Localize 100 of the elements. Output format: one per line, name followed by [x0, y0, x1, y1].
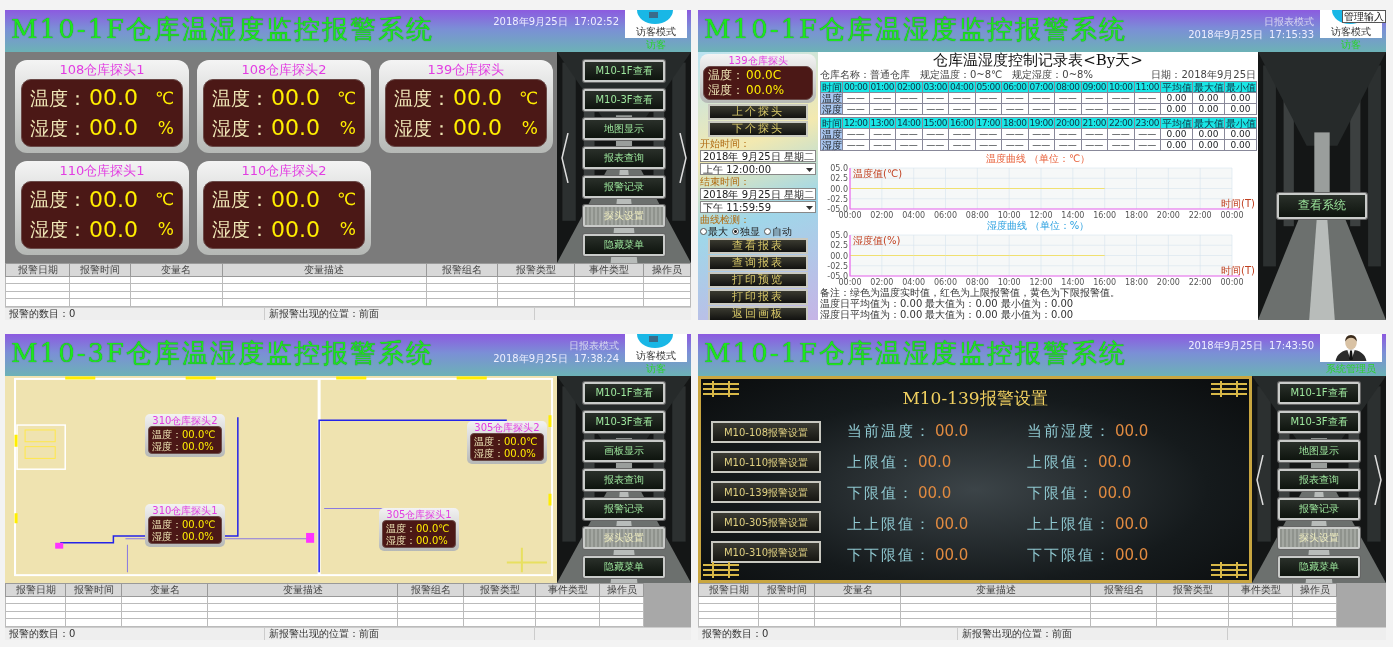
column-header: 12:00: [842, 117, 869, 129]
menu-button[interactable]: M10-1F查看: [583, 381, 665, 404]
reading-value: 00.0: [182, 440, 205, 452]
window-title: M10-1F仓库温湿度监控报警系统: [704, 13, 1129, 44]
unit-label: ℃: [518, 88, 538, 108]
action-button[interactable]: 打印报表: [708, 289, 808, 305]
menu-button[interactable]: 地图显示: [583, 117, 665, 140]
caret-icon[interactable]: [806, 203, 813, 211]
date-field[interactable]: 2018年 9月25日 星期二: [700, 150, 816, 162]
chevron-right-icon[interactable]: [1374, 454, 1382, 505]
radio-option[interactable]: 最大: [700, 226, 728, 237]
column-header: 08:00: [1054, 81, 1081, 93]
column-header: 变量描述: [222, 263, 427, 277]
probe-settings-button[interactable]: M10-310报警设置: [711, 541, 821, 563]
report-title: 仓库温湿度控制记录表<By天>: [932, 52, 1144, 69]
view-system-button[interactable]: 查看系统: [1277, 193, 1367, 219]
corner-ornament-icon: [703, 562, 739, 578]
table-cell: ——: [1107, 128, 1134, 140]
column-header: 操作员: [643, 263, 691, 277]
nav-button[interactable]: 上个探头: [708, 104, 808, 120]
column-header: 23:00: [1134, 117, 1161, 129]
table-cell: 0.00: [1192, 128, 1225, 140]
action-button[interactable]: 返回画板: [708, 306, 808, 320]
nav-button[interactable]: 下个探头: [708, 121, 808, 137]
unit-label: ℃: [154, 88, 174, 108]
menu-button[interactable]: 隐藏菜单: [583, 555, 665, 578]
column-header: 时间: [820, 81, 843, 93]
menu-button[interactable]: 报表查询: [1278, 468, 1360, 491]
menu-button[interactable]: 画板显示: [583, 439, 665, 462]
user-card[interactable]: [1320, 334, 1382, 362]
table-cell: ——: [842, 139, 869, 151]
radio-option[interactable]: 独显: [732, 226, 760, 237]
action-button[interactable]: 查询报表: [708, 255, 808, 271]
chevron-right-icon[interactable]: [679, 132, 687, 183]
field-value: 00.0: [1115, 516, 1149, 533]
reading-label: 湿度：: [152, 530, 182, 542]
unit-label: %: [521, 118, 538, 138]
action-button[interactable]: 查看报表: [708, 238, 808, 254]
reading-label: 湿度：: [152, 440, 182, 452]
reading-value: 00.0: [182, 530, 205, 542]
table-cell: ——: [895, 128, 922, 140]
chevron-left-icon[interactable]: [561, 132, 569, 183]
menu-button[interactable]: 报警记录: [583, 497, 665, 520]
column-header: 报警时间: [758, 583, 815, 597]
column-header: 变量描述: [207, 583, 398, 597]
axis-tick-label: 02.5: [830, 174, 848, 184]
menu-button[interactable]: M10-3F查看: [583, 88, 665, 111]
field-value: 00.0: [1115, 547, 1149, 564]
reading-label: 湿度：: [394, 117, 451, 139]
axis-tick-label: 16:00: [1093, 278, 1117, 287]
table-cell: 0.00: [1192, 139, 1225, 151]
table-cell: ——: [975, 92, 1002, 104]
date-field[interactable]: 2018年 9月25日 星期二: [700, 188, 816, 200]
date-field[interactable]: 下午 11:59:59: [700, 201, 816, 213]
reading-label: 温度：: [474, 435, 504, 447]
menu-button[interactable]: 隐藏菜单: [583, 233, 665, 256]
field-label: 结束时间：: [700, 176, 751, 187]
table-cell: ——: [1107, 139, 1134, 151]
menu-button[interactable]: 报表查询: [583, 146, 665, 169]
menu-button[interactable]: 报表查询: [583, 468, 665, 491]
reading-value: 00.0: [182, 428, 205, 440]
settings-title: M10-139报警设置: [902, 389, 1048, 410]
reading-value: 00.0: [271, 86, 320, 111]
field-value: 00.0: [918, 454, 952, 471]
chevron-left-icon[interactable]: [1256, 454, 1264, 505]
column-header: 报警类型: [497, 263, 575, 277]
axis-tick-label: 02:00: [870, 211, 894, 220]
status-text: 报警的数目：0: [5, 628, 265, 640]
user-role: 访客: [1341, 39, 1361, 50]
unit-label: %: [438, 534, 448, 546]
probe-settings-button[interactable]: M10-139报警设置: [711, 481, 821, 503]
user-card[interactable]: 访客模式: [625, 334, 687, 362]
column-header: 变量名: [130, 263, 223, 277]
probe-settings-button[interactable]: M10-110报警设置: [711, 451, 821, 473]
date-field[interactable]: 上午 12:00:00: [700, 163, 816, 175]
table-cell: ——: [1081, 139, 1108, 151]
axis-title: 温度值(℃): [853, 168, 903, 179]
action-button[interactable]: 打印预览: [708, 272, 808, 288]
probe-settings-button[interactable]: M10-305报警设置: [711, 511, 821, 533]
caret-icon[interactable]: [806, 165, 813, 173]
axis-tick-label: 05.0: [830, 231, 848, 240]
meta-text: 日期：2018年9月25日: [1151, 69, 1256, 81]
radio-option[interactable]: 自动: [764, 226, 792, 237]
menu-button[interactable]: M10-1F查看: [1278, 381, 1360, 404]
column-header: 07:00: [1028, 81, 1055, 93]
column-header: 03:00: [922, 81, 949, 93]
menu-button[interactable]: M10-1F查看: [583, 59, 665, 82]
menu-button[interactable]: 地图显示: [1278, 439, 1360, 462]
menu-button[interactable]: M10-3F查看: [583, 410, 665, 433]
menu-button[interactable]: 隐藏菜单: [1278, 555, 1360, 578]
probe-settings-button[interactable]: M10-108报警设置: [711, 421, 821, 443]
note-text: 温度日平均值为：0.00 最大值为：0.00 最小值为：0.00: [820, 298, 1075, 309]
unit-label: ℃: [336, 88, 356, 108]
menu-button[interactable]: 报警记录: [1278, 497, 1360, 520]
menu-button[interactable]: M10-3F查看: [1278, 410, 1360, 433]
column-header: 02:00: [895, 81, 922, 93]
axis-tick-label: 00.0: [830, 184, 848, 194]
table-cell: ——: [895, 103, 922, 115]
menu-button[interactable]: 报警记录: [583, 175, 665, 198]
user-card[interactable]: 访客模式: [625, 10, 687, 38]
